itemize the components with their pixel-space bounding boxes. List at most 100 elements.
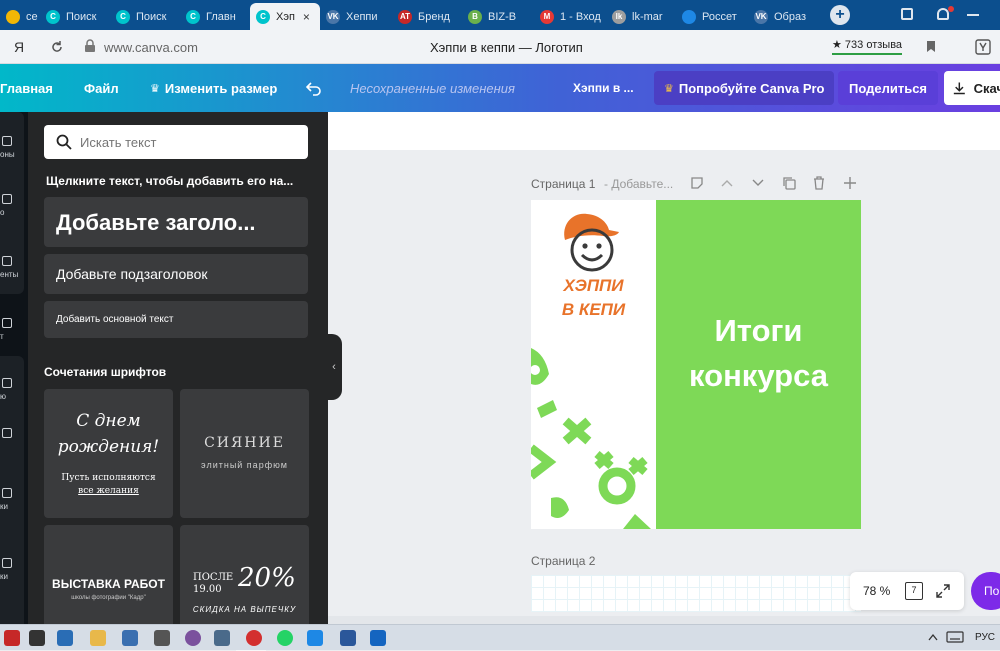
browser-tab-strip: се ди C Поиск C Поиск C Главн C Хэп × VK Хеппи AT Бре… — [0, 0, 1000, 30]
browser-tab[interactable]: M 1 - Вход — [534, 3, 604, 30]
reviews-badge[interactable]: ★ 733 отзыва — [832, 38, 902, 51]
pen-icon[interactable] — [29, 630, 45, 646]
design-name[interactable]: Хэппи в ... — [573, 64, 634, 112]
reload-icon[interactable] — [50, 40, 64, 54]
rail-item-label[interactable]: ки — [0, 502, 8, 511]
rail-item-icon[interactable] — [2, 488, 12, 498]
bookmark-icon[interactable] — [926, 40, 936, 53]
font-combo-card-bakery[interactable]: ПОСЛЕ 19.00 20% СКИДКА НА ВЫПЕЧКУ — [180, 525, 309, 635]
resize-menu[interactable]: ♛ Изменить размер — [150, 64, 277, 112]
font-combo-card-birthday[interactable]: С днем рождения! Пусть исполняются все ж… — [44, 389, 173, 518]
result-title-line1[interactable]: Итоги — [656, 313, 861, 349]
design-page-1[interactable]: Итоги конкурса ХЭППИ В КЕПИ — [531, 200, 861, 529]
rail-item-icon[interactable] — [2, 194, 12, 204]
zoom-level[interactable]: 78 % — [863, 584, 890, 598]
browser-tab[interactable]: VK Образ — [748, 3, 818, 30]
file-menu[interactable]: Файл — [84, 64, 119, 112]
search-input[interactable] — [80, 133, 300, 151]
logo-text-line1[interactable]: ХЭППИ — [531, 276, 656, 296]
browser-tab[interactable]: Россет — [676, 3, 746, 30]
browser-tab[interactable]: VK Хеппи — [320, 3, 390, 30]
home-menu[interactable]: Главная — [0, 64, 53, 112]
network-icon[interactable] — [122, 630, 138, 646]
font-combo-card-exhibition[interactable]: ВЫСТАВКА РАБОТ школы фотографии "Кадр" — [44, 525, 173, 635]
crown-icon: ♛ — [150, 82, 160, 95]
add-body-text-button[interactable]: Добавить основной текст — [44, 301, 308, 338]
browser-tab[interactable]: C Поиск — [110, 3, 178, 30]
browser-tab[interactable]: AT Бренд — [392, 3, 460, 30]
rail-item-icon[interactable] — [2, 428, 12, 438]
monitor-icon[interactable] — [57, 630, 73, 646]
undo-icon[interactable] — [306, 80, 322, 96]
rail-item-label[interactable]: ки — [0, 572, 8, 581]
logo-smiley-cap-icon[interactable] — [559, 210, 621, 274]
tab-favicon-icon: C — [186, 9, 200, 24]
add-page-icon[interactable] — [843, 176, 857, 190]
new-tab-button[interactable]: + — [830, 5, 850, 25]
browser-tab[interactable]: C Главн — [180, 3, 248, 30]
yandex-browser-icon[interactable] — [246, 630, 262, 646]
tray-chevron-icon[interactable] — [928, 633, 938, 641]
note-icon[interactable] — [690, 176, 704, 190]
share-button[interactable]: Поделиться — [838, 71, 939, 105]
trash-icon[interactable] — [812, 176, 826, 190]
font-combo-card-perfume[interactable]: СИЯНИЕ элитный парфюм — [180, 389, 309, 518]
rail-item-label[interactable]: ю — [0, 392, 6, 401]
tabs-overview-icon[interactable] — [901, 8, 913, 20]
panel-collapse-handle[interactable]: ‹ — [326, 334, 342, 400]
chevron-down-icon[interactable] — [752, 178, 764, 188]
tab-label: Главн — [206, 10, 236, 23]
rail-item-icon[interactable] — [2, 136, 12, 146]
tab-favicon-icon — [6, 9, 20, 24]
keyboard-icon[interactable] — [946, 631, 964, 643]
card-text: рождения! — [57, 437, 160, 457]
add-subheading-button[interactable]: Добавьте подзаголовок — [44, 254, 308, 294]
page1-sub-label[interactable]: - Добавьте... — [604, 177, 673, 191]
yandex-back-button[interactable]: Я — [14, 39, 24, 55]
chevron-up-icon[interactable] — [721, 178, 733, 188]
result-title-line2[interactable]: конкурса — [656, 358, 861, 394]
rail-item-icon[interactable] — [2, 318, 12, 328]
whatsapp-icon[interactable] — [277, 630, 293, 646]
browser-tab[interactable]: се ди — [0, 3, 38, 30]
photos-icon[interactable] — [370, 630, 386, 646]
search-box[interactable] — [44, 125, 308, 159]
rail-item-label[interactable]: енты — [0, 270, 18, 279]
browser-tab[interactable]: lk lk-mar — [606, 3, 674, 30]
edge-icon[interactable] — [307, 630, 323, 646]
download-button[interactable]: Скач — [944, 71, 1000, 105]
card-text: СКИДКА НА ВЫПЕЧКУ — [192, 605, 297, 614]
start-icon[interactable] — [4, 630, 20, 646]
browser-tab[interactable]: B BIZ-B — [462, 3, 532, 30]
rail-item-icon[interactable] — [2, 256, 12, 266]
search-icon — [56, 134, 72, 150]
browser-tab[interactable]: C Хэп × — [250, 3, 320, 30]
card-text: ПОСЛЕ — [193, 572, 234, 583]
yandex-collections-icon[interactable] — [975, 39, 991, 55]
rail-item-label[interactable]: о — [0, 208, 4, 217]
design-page-2[interactable] — [531, 575, 861, 612]
viber-icon[interactable] — [185, 630, 201, 646]
rail-item-icon[interactable] — [2, 558, 12, 568]
close-tab-icon[interactable]: × — [303, 10, 310, 24]
calculator-icon[interactable] — [214, 630, 230, 646]
add-heading-button[interactable]: Добавьте заголо... — [44, 197, 308, 247]
rail-item-label[interactable]: оны — [0, 150, 15, 159]
fullscreen-icon[interactable] — [936, 584, 950, 598]
page-count-icon[interactable]: 7 — [905, 582, 923, 600]
minimize-icon[interactable] — [967, 14, 979, 16]
language-indicator[interactable]: РУС — [975, 632, 995, 643]
try-pro-button[interactable]: ♛ Попробуйте Canva Pro — [654, 71, 835, 105]
horizontal-scrollbar[interactable] — [328, 616, 1000, 624]
url-text[interactable]: www.canva.com — [104, 40, 198, 55]
logo-text-line2[interactable]: В КЕПИ — [531, 300, 656, 320]
rail-item-label[interactable]: т — [0, 332, 4, 341]
browser-tab[interactable]: C Поиск — [40, 3, 108, 30]
word-icon[interactable] — [340, 630, 356, 646]
tab-favicon-icon: C — [46, 9, 60, 24]
rail-item-icon[interactable] — [2, 378, 12, 388]
store-icon[interactable] — [154, 630, 170, 646]
help-button[interactable]: По — [971, 572, 1000, 610]
duplicate-icon[interactable] — [782, 176, 796, 190]
folder-icon[interactable] — [90, 630, 106, 646]
